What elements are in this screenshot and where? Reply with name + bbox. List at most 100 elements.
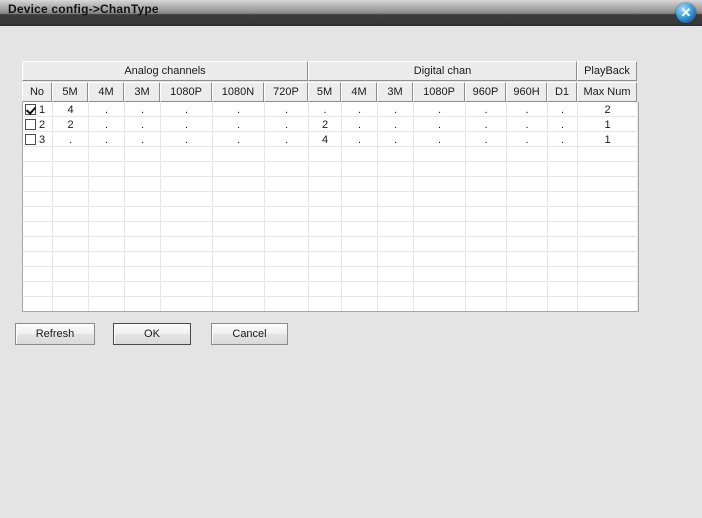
table-cell-empty xyxy=(53,297,89,311)
table-cell-empty xyxy=(89,237,125,252)
table-cell[interactable]: 2 xyxy=(309,117,342,132)
table-cell-empty xyxy=(161,267,213,282)
table-cell-empty xyxy=(507,237,548,252)
table-column-header-4m[interactable]: 4M xyxy=(341,82,377,102)
table-cell[interactable]: . xyxy=(466,117,507,132)
table-cell[interactable]: . xyxy=(548,132,578,147)
table-cell[interactable]: 2 xyxy=(53,117,89,132)
table-cell-empty xyxy=(466,177,507,192)
table-cell-empty xyxy=(309,192,342,207)
table-cell-empty xyxy=(53,192,89,207)
table-cell[interactable]: . xyxy=(548,117,578,132)
table-cell-empty xyxy=(414,192,466,207)
ok-button[interactable]: OK xyxy=(113,323,191,345)
table-group-header-analog-channels: Analog channels xyxy=(22,61,308,81)
table-cell[interactable]: . xyxy=(53,132,89,147)
table-cell[interactable]: . xyxy=(265,132,309,147)
table-column-header-1080n[interactable]: 1080N xyxy=(212,82,264,102)
window-titlebar: Device config->ChanType ✕ xyxy=(0,0,702,26)
table-cell[interactable]: . xyxy=(342,132,378,147)
table-cell[interactable]: . xyxy=(378,117,414,132)
row-selector-cell[interactable]: 1 xyxy=(23,102,53,117)
table-cell[interactable]: . xyxy=(342,102,378,117)
cancel-button[interactable]: Cancel xyxy=(211,323,288,345)
table-cell[interactable]: . xyxy=(378,102,414,117)
table-cell[interactable]: 1 xyxy=(578,117,638,132)
table-column-header-5m[interactable]: 5M xyxy=(308,82,341,102)
table-cell[interactable]: 2 xyxy=(578,102,638,117)
table-cell-empty xyxy=(342,297,378,311)
table-cell[interactable]: . xyxy=(213,132,265,147)
table-cell[interactable]: . xyxy=(507,102,548,117)
table-cell[interactable]: . xyxy=(161,132,213,147)
table-column-header-960p[interactable]: 960P xyxy=(465,82,506,102)
table-cell-empty xyxy=(466,282,507,297)
table-cell[interactable]: . xyxy=(342,117,378,132)
table-row[interactable]: 22.....2......1 xyxy=(23,117,638,132)
table-body[interactable]: 14............222.....2......13......4..… xyxy=(22,102,639,312)
table-cell[interactable]: . xyxy=(548,102,578,117)
table-cell-empty xyxy=(161,237,213,252)
table-cell[interactable]: . xyxy=(213,102,265,117)
table-column-header-3m[interactable]: 3M xyxy=(377,82,413,102)
table-cell-empty xyxy=(548,267,578,282)
table-cell-empty xyxy=(378,282,414,297)
table-cell[interactable]: 4 xyxy=(53,102,89,117)
table-cell-empty xyxy=(378,237,414,252)
table-cell[interactable]: . xyxy=(507,132,548,147)
table-column-header-5m[interactable]: 5M xyxy=(52,82,88,102)
table-column-header-d1[interactable]: D1 xyxy=(547,82,577,102)
table-cell[interactable]: . xyxy=(89,132,125,147)
table-row[interactable]: 14............2 xyxy=(23,102,638,117)
row-selector-cell[interactable]: 2 xyxy=(23,117,53,132)
table-cell-empty xyxy=(578,267,638,282)
table-column-header-4m[interactable]: 4M xyxy=(88,82,124,102)
table-cell[interactable]: . xyxy=(161,117,213,132)
table-column-header-no[interactable]: No xyxy=(22,82,52,102)
table-column-header-960h[interactable]: 960H xyxy=(506,82,547,102)
table-cell[interactable]: . xyxy=(507,117,548,132)
table-cell-empty xyxy=(378,252,414,267)
table-cell[interactable]: . xyxy=(213,117,265,132)
table-cell[interactable]: . xyxy=(89,102,125,117)
table-cell-empty xyxy=(342,192,378,207)
table-cell-empty xyxy=(89,177,125,192)
table-cell[interactable]: 4 xyxy=(309,132,342,147)
table-cell-empty xyxy=(342,162,378,177)
table-cell[interactable]: . xyxy=(161,102,213,117)
table-cell[interactable]: . xyxy=(125,102,161,117)
table-row-empty xyxy=(23,297,638,311)
table-cell[interactable]: . xyxy=(466,102,507,117)
table-cell[interactable]: . xyxy=(125,132,161,147)
table-cell-empty xyxy=(548,222,578,237)
table-cell[interactable]: . xyxy=(125,117,161,132)
table-column-header-max-num[interactable]: Max Num xyxy=(577,82,637,102)
refresh-button[interactable]: Refresh xyxy=(15,323,95,345)
table-column-header-3m[interactable]: 3M xyxy=(124,82,160,102)
row-checkbox[interactable] xyxy=(25,119,36,130)
close-button[interactable]: ✕ xyxy=(676,3,696,23)
table-cell-empty xyxy=(89,297,125,311)
table-cell-empty xyxy=(309,297,342,311)
row-selector-cell[interactable]: 3 xyxy=(23,132,53,147)
table-cell[interactable]: . xyxy=(378,132,414,147)
row-checkbox[interactable] xyxy=(25,134,36,145)
table-cell[interactable]: . xyxy=(414,102,466,117)
table-cell[interactable]: . xyxy=(265,117,309,132)
table-column-header-1080p[interactable]: 1080P xyxy=(160,82,212,102)
table-cell[interactable]: . xyxy=(414,132,466,147)
table-group-header-digital-chan: Digital chan xyxy=(308,61,577,81)
table-column-header-1080p[interactable]: 1080P xyxy=(413,82,465,102)
table-cell[interactable]: . xyxy=(309,102,342,117)
table-cell[interactable]: . xyxy=(265,102,309,117)
table-cell[interactable]: . xyxy=(89,117,125,132)
table-cell-empty xyxy=(161,147,213,162)
table-cell-empty xyxy=(309,282,342,297)
table-column-header-720p[interactable]: 720P xyxy=(264,82,308,102)
table-cell[interactable]: . xyxy=(414,117,466,132)
table-cell-empty xyxy=(125,297,161,311)
row-checkbox[interactable] xyxy=(25,104,36,115)
table-row[interactable]: 3......4......1 xyxy=(23,132,638,147)
table-cell[interactable]: 1 xyxy=(578,132,638,147)
table-cell[interactable]: . xyxy=(466,132,507,147)
